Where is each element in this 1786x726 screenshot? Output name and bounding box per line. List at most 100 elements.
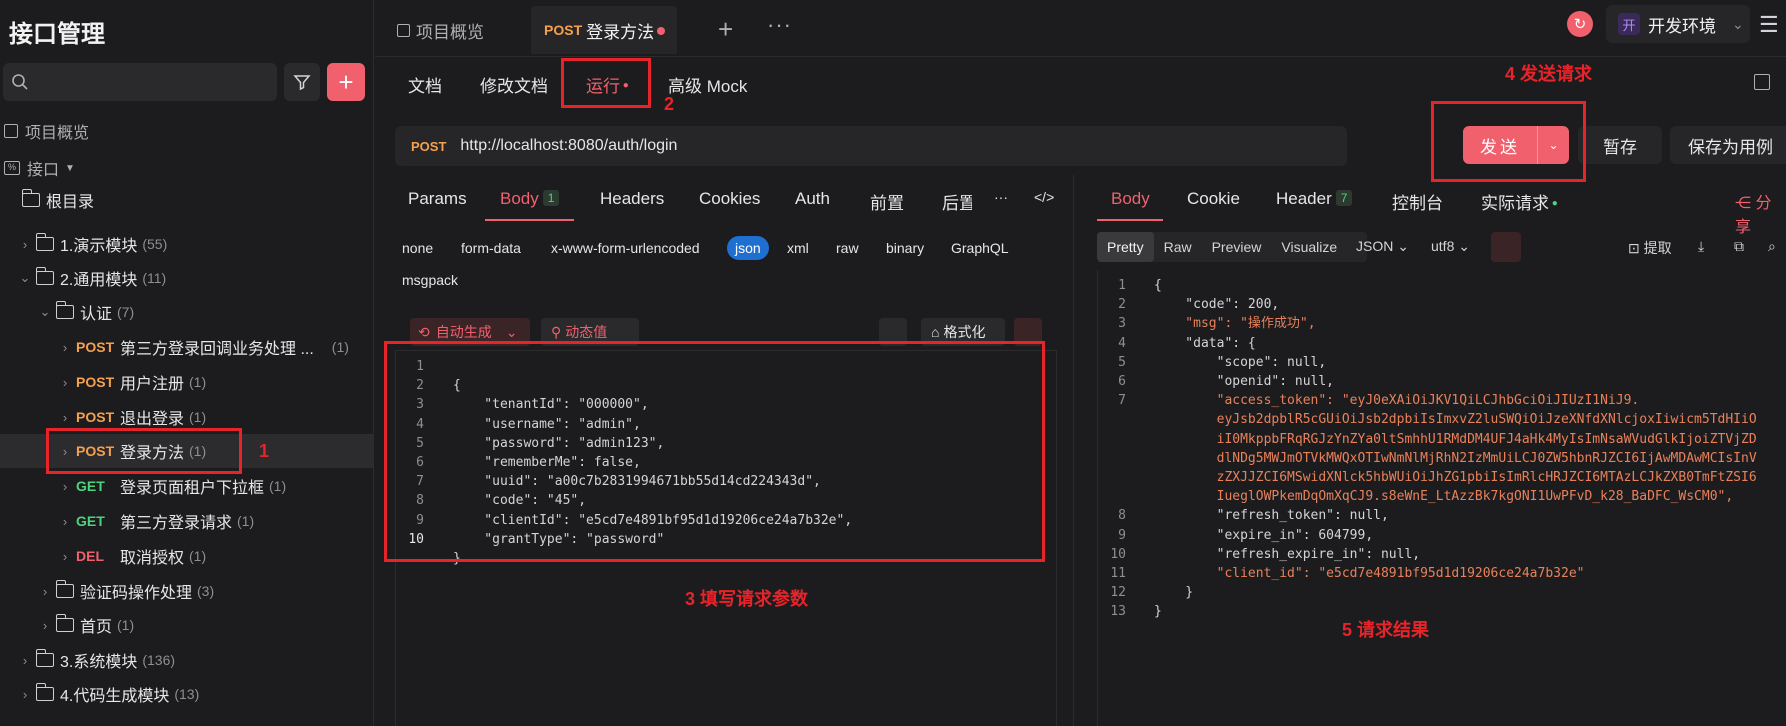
view-preview[interactable]: Preview [1202, 239, 1272, 255]
encoding-select[interactable]: utf8 ⌄ [1431, 238, 1470, 255]
menu-icon[interactable]: ☰ [1759, 12, 1779, 38]
line-number: 9 [1118, 527, 1126, 543]
code-line: "access_token": "eyJ0eXAiOiJKV1QiLCJhbGc… [1154, 393, 1640, 409]
tab-cookies[interactable]: Cookies [699, 189, 760, 209]
save-draft-button[interactable]: 暂存 [1578, 126, 1662, 164]
code-line: IueglOWPkemDqOmXqCJ9.s8eWnE_LtAzzBk7kgON… [1154, 489, 1734, 505]
format-select[interactable]: JSON ⌄ [1356, 238, 1409, 255]
download-icon[interactable]: ⤓ [1698, 238, 1704, 255]
tree-folder[interactable]: › 首页 (1) [0, 608, 374, 642]
tab-pre[interactable]: 前置 [870, 189, 904, 214]
tab-post[interactable]: 后置 [942, 189, 972, 214]
resp-tab-console[interactable]: 控制台 [1392, 189, 1443, 214]
chevron-right-icon: › [62, 409, 68, 425]
url-bar[interactable]: POST http://localhost:8080/auth/login [395, 126, 1347, 166]
code-line: "refresh_token": null, [1154, 508, 1389, 524]
format-icon: ⌂ [931, 324, 940, 340]
tree-endpoint[interactable]: › DEL 取消授权 (1) [0, 539, 374, 573]
folder-icon [55, 580, 74, 598]
sidebar-item-api[interactable]: % 接口 ▼ [4, 151, 378, 185]
code-line: dlNDg5MWJmOTVkMWQxOTIwNmNlMjRhN2IzMmUiLC… [1154, 450, 1757, 466]
resp-tab-actual-request[interactable]: 实际请求 ● [1481, 189, 1558, 214]
view-visualize[interactable]: Visualize [1271, 239, 1347, 255]
subtab-docs[interactable]: 文档 [408, 72, 442, 97]
tab-params[interactable]: Params [408, 189, 467, 209]
subtab-mock[interactable]: 高级 Mock [668, 72, 747, 97]
annotation-4: 4 发送请求 [1505, 64, 1593, 84]
tab-login-method[interactable]: POST 登录方法 [531, 6, 677, 54]
tree-folder[interactable]: › 验证码操作处理 (3) [0, 574, 374, 608]
split-divider[interactable] [1073, 175, 1074, 726]
view-pretty[interactable]: Pretty [1097, 232, 1154, 262]
filter-icon [293, 75, 311, 91]
search-icon[interactable]: ⌕ [1768, 238, 1776, 255]
panel-toggle-icon[interactable] [1754, 74, 1770, 90]
tab-auth[interactable]: Auth [795, 189, 830, 209]
bodytype-msgpack[interactable]: msgpack [402, 272, 458, 288]
filter-button[interactable] [284, 63, 320, 101]
tree-endpoint[interactable]: › POST 用户注册 (1) [0, 365, 374, 399]
bodytype-urlencoded[interactable]: x-www-form-urlencoded [551, 240, 700, 256]
response-body-viewer[interactable]: 1 {2 "code": 200, 3 "msg": "操作成功", 4 "data"… [1097, 270, 1786, 726]
tree-folder[interactable]: ⌄ 认证 (7) [0, 295, 374, 329]
bodytype-xml[interactable]: xml [787, 240, 809, 256]
tree-endpoint[interactable]: › POST 第三方登录回调业务处理 ... (1) [0, 330, 374, 364]
tab-overview[interactable]: 项目概览 [397, 18, 484, 43]
overview-icon [397, 24, 410, 37]
chevron-right-icon: › [22, 652, 28, 668]
more-icon[interactable]: ··· [767, 12, 792, 38]
tree-folder[interactable]: › 3.系统模块 (136) [0, 643, 374, 677]
line-number: 5 [1118, 354, 1126, 370]
bodytype-raw[interactable]: raw [836, 240, 859, 256]
resp-tab-cookie[interactable]: Cookie [1187, 189, 1240, 209]
chevron-right-icon: › [62, 374, 68, 390]
bodytype-graphql[interactable]: GraphQL [951, 240, 1009, 256]
tree-folder[interactable]: › 4.代码生成模块 (13) [0, 677, 374, 711]
bodytype-form-data[interactable]: form-data [461, 240, 521, 256]
new-tab-button[interactable]: + [718, 14, 733, 45]
bodytype-none[interactable]: none [402, 240, 433, 256]
more-icon[interactable]: ··· [994, 189, 1008, 205]
url-input[interactable]: http://localhost:8080/auth/login [460, 137, 677, 155]
resp-tab-header[interactable]: Header 7 [1276, 189, 1353, 209]
view-raw[interactable]: Raw [1154, 239, 1202, 255]
sidebar-item-overview[interactable]: 项目概览 [4, 114, 378, 148]
save-as-case-button[interactable]: 保存为用例 [1670, 126, 1786, 164]
resp-tab-body[interactable]: Body [1111, 189, 1150, 209]
wrap-icon[interactable] [1491, 232, 1521, 262]
search-icon [11, 73, 29, 96]
chevron-right-icon: › [62, 339, 68, 355]
share-button[interactable]: ⋲ 分享 [1735, 189, 1786, 237]
tree-folder[interactable]: ⌄ 2.通用模块 (11) [0, 261, 374, 295]
code-line: "code": 200, [1154, 297, 1280, 313]
environment-select[interactable]: 开 开发环境 ⌄ [1606, 5, 1750, 43]
unsaved-dot-icon [657, 27, 665, 35]
line-number: 10 [1110, 546, 1126, 562]
code-icon[interactable]: </> [1034, 189, 1054, 205]
sync-icon[interactable]: ↻ [1567, 11, 1593, 37]
extract-button[interactable]: ⊡ 提取 [1628, 238, 1672, 258]
subtab-edit-docs[interactable]: 修改文档 [480, 72, 548, 97]
code-line: "expire_in": 604799, [1154, 527, 1374, 543]
line-number: 6 [1118, 374, 1126, 389]
folder-icon [35, 233, 54, 251]
code-line: } [1154, 604, 1162, 620]
line-number: 13 [1110, 604, 1126, 620]
chevron-right-icon: › [62, 548, 68, 564]
code-line: eyJsb2dpblR5cGUiOiJsb2dpbiIsImxvZ2luSWQi… [1154, 412, 1757, 428]
tree-endpoint[interactable]: › GET 第三方登录请求 (1) [0, 504, 374, 538]
folder-icon [55, 614, 74, 632]
bodytype-json[interactable]: json [727, 236, 769, 260]
line-number: 7 [1118, 393, 1126, 409]
tab-headers[interactable]: Headers [600, 189, 664, 209]
add-button[interactable]: + [327, 63, 365, 101]
extract-icon: ⊡ [1628, 240, 1644, 256]
bodytype-binary[interactable]: binary [886, 240, 924, 256]
tree-root-folder[interactable]: 根目录 [0, 183, 374, 217]
tab-body[interactable]: Body 1 [500, 189, 560, 209]
tree-folder[interactable]: › 1.演示模块 (55) [0, 227, 374, 261]
chevron-down-icon: ⌄ [1732, 15, 1744, 32]
copy-icon[interactable]: ⧉ [1734, 238, 1744, 255]
tree-endpoint[interactable]: › GET 登录页面租户下拉框 (1) [0, 469, 374, 503]
search-input[interactable] [3, 63, 277, 101]
